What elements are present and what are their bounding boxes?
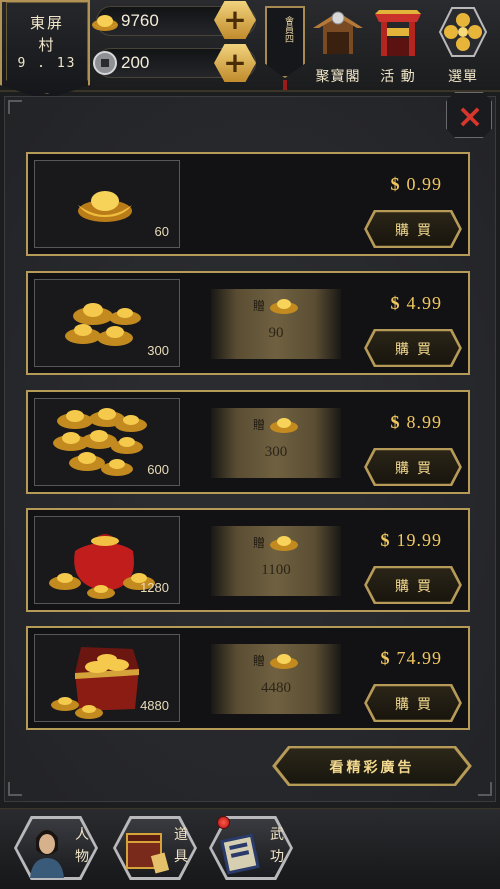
location-name: 東屏 bbox=[29, 14, 64, 32]
buy-button[interactable]: 購買 bbox=[364, 329, 462, 367]
nav-martial-arts-label-2: 功 bbox=[270, 849, 284, 865]
bonus-prefix: 贈 bbox=[253, 299, 266, 313]
notification-dot bbox=[217, 816, 230, 829]
season-label: 會員四 bbox=[283, 16, 293, 43]
coin-amount: 200 bbox=[121, 53, 150, 72]
treasure-pavilion-button[interactable]: 聚寶閣 bbox=[308, 4, 368, 86]
gold-amount: 9760 bbox=[121, 11, 159, 30]
location-date: 9 . 13 bbox=[17, 56, 77, 71]
offer-quantity: 600 bbox=[147, 462, 169, 477]
buy-button-label: 購買 bbox=[395, 461, 439, 477]
nav-items-label-2: 具 bbox=[174, 849, 188, 865]
nav-items-button[interactable]: 道 具 bbox=[113, 816, 197, 880]
coin-icon bbox=[93, 51, 117, 75]
location-badge: 東屏 村 9 . 13 bbox=[0, 0, 90, 100]
buy-button-label: 購買 bbox=[395, 579, 439, 595]
currency-symbol: $ bbox=[380, 648, 391, 668]
currency-symbol: $ bbox=[390, 293, 401, 313]
treasure-pavilion-label: 聚寶閣 bbox=[315, 69, 361, 85]
currency-symbol: $ bbox=[390, 174, 401, 194]
offer-price-value: 8.99 bbox=[406, 412, 442, 432]
panel-corner-ornament bbox=[8, 782, 22, 796]
bonus-amount: 1100 bbox=[261, 562, 291, 578]
tassel-ornament bbox=[283, 80, 287, 90]
panel-corner-ornament bbox=[8, 100, 22, 114]
bonus-amount: 4480 bbox=[261, 680, 291, 696]
offer-card: 300 贈 90 $4.99 購買 bbox=[26, 271, 470, 375]
offer-quantity: 300 bbox=[147, 343, 169, 358]
nav-items-label: 道 bbox=[174, 827, 188, 843]
gold-ingot-icon bbox=[270, 418, 298, 433]
buy-button-label: 購買 bbox=[395, 342, 439, 358]
offer-quantity: 60 bbox=[154, 224, 169, 239]
event-gate-icon bbox=[375, 10, 421, 56]
nav-character-label: 人 bbox=[75, 827, 89, 843]
offer-price: $0.99 bbox=[391, 174, 443, 195]
offer-card: 60 $0.99 購買 bbox=[26, 152, 470, 256]
close-button[interactable]: × bbox=[446, 92, 492, 138]
bonus-tag: 贈 90 bbox=[211, 289, 341, 359]
nav-character-label-2: 物 bbox=[75, 849, 89, 865]
offer-price-value: 19.99 bbox=[396, 530, 442, 550]
offer-price-value: 74.99 bbox=[396, 648, 442, 668]
items-chest-icon bbox=[126, 833, 170, 874]
panel-corner-ornament bbox=[478, 782, 492, 796]
bonus-amount: 90 bbox=[268, 325, 284, 341]
offer-image: 300 bbox=[34, 279, 180, 367]
watch-ad-button[interactable]: 看精彩廣告 bbox=[272, 746, 472, 786]
buy-button-label: 購買 bbox=[395, 223, 439, 239]
bonus-tag: 贈 1100 bbox=[211, 526, 341, 596]
bonus-amount: 300 bbox=[264, 444, 288, 460]
offer-image: 60 bbox=[34, 160, 180, 248]
offer-price: $19.99 bbox=[381, 530, 443, 551]
event-label: 活 動 bbox=[380, 69, 416, 85]
offer-quantity: 4880 bbox=[140, 698, 169, 713]
main-menu-label: 選單 bbox=[448, 69, 478, 85]
offer-quantity: 1280 bbox=[140, 580, 169, 595]
offer-image: 600 bbox=[34, 398, 180, 486]
main-menu-button[interactable]: 選單 bbox=[433, 4, 493, 86]
offer-price: $4.99 bbox=[391, 293, 443, 314]
offer-card: 600 贈 300 $8.99 購買 bbox=[26, 390, 470, 494]
offer-price: $8.99 bbox=[391, 412, 443, 433]
buy-button[interactable]: 購買 bbox=[364, 210, 462, 248]
bonus-tag: 贈 300 bbox=[211, 408, 341, 478]
season-banner[interactable]: 會員四 bbox=[265, 6, 305, 78]
bonus-tag: 贈 4480 bbox=[211, 644, 341, 714]
location-name-line2: 村 bbox=[38, 36, 56, 54]
bonus-prefix: 贈 bbox=[253, 536, 266, 550]
gold-ingot-icon bbox=[270, 299, 298, 314]
character-portrait-icon bbox=[30, 830, 64, 878]
offer-card: 4880 贈 4480 $74.99 購買 bbox=[26, 626, 470, 730]
menu-flower-icon bbox=[438, 7, 488, 57]
bonus-prefix: 贈 bbox=[253, 654, 266, 668]
buy-button[interactable]: 購買 bbox=[364, 684, 462, 722]
watch-ad-label: 看精彩廣告 bbox=[329, 760, 415, 776]
gold-ingot-icon bbox=[92, 15, 118, 31]
currency-symbol: $ bbox=[390, 412, 401, 432]
gold-ingot-icon bbox=[270, 654, 298, 669]
buy-button[interactable]: 購買 bbox=[364, 566, 462, 604]
offer-card: 1280 贈 1100 $19.99 購買 bbox=[26, 508, 470, 612]
nav-martial-arts-label: 武 bbox=[270, 827, 284, 843]
nav-character-button[interactable]: 人 物 bbox=[14, 816, 98, 880]
event-button[interactable]: 活 動 bbox=[368, 4, 428, 86]
offer-price-value: 0.99 bbox=[406, 174, 442, 194]
offer-price: $74.99 bbox=[381, 648, 443, 669]
gold-ingot-icon bbox=[270, 536, 298, 551]
treasure-pavilion-icon bbox=[313, 11, 363, 54]
currency-symbol: $ bbox=[380, 530, 391, 550]
offer-image: 1280 bbox=[34, 516, 180, 604]
offer-image: 4880 bbox=[34, 634, 180, 722]
bonus-prefix: 贈 bbox=[253, 418, 266, 432]
offer-price-value: 4.99 bbox=[406, 293, 442, 313]
buy-button[interactable]: 購買 bbox=[364, 448, 462, 486]
buy-button-label: 購買 bbox=[395, 697, 439, 713]
close-icon: × bbox=[456, 97, 484, 135]
